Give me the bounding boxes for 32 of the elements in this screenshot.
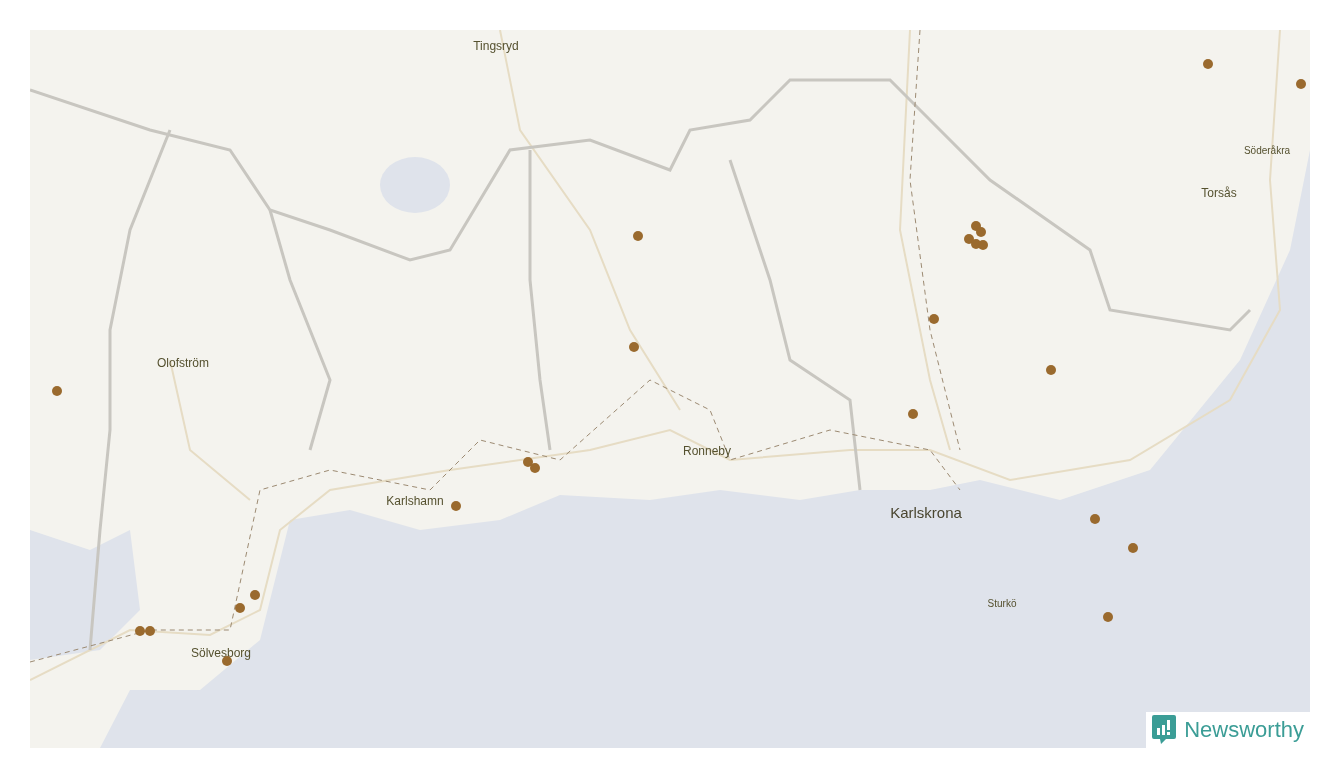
map-marker[interactable] bbox=[1203, 59, 1213, 69]
place-label: Ronneby bbox=[683, 445, 731, 457]
map-marker[interactable] bbox=[235, 603, 245, 613]
place-label: Olofström bbox=[157, 357, 209, 369]
place-label: Söderåkra bbox=[1243, 146, 1291, 156]
logo-text: Newsworthy bbox=[1184, 719, 1304, 741]
map-marker[interactable] bbox=[52, 386, 62, 396]
map-marker[interactable] bbox=[451, 501, 461, 511]
map-marker[interactable] bbox=[633, 231, 643, 241]
map-marker[interactable] bbox=[1090, 514, 1100, 524]
chart-bubble-icon bbox=[1152, 715, 1177, 745]
map-marker[interactable] bbox=[1046, 365, 1056, 375]
map-marker[interactable] bbox=[1128, 543, 1138, 553]
place-label: Karlskrona bbox=[890, 504, 962, 520]
map-marker[interactable] bbox=[1103, 612, 1113, 622]
map-marker[interactable] bbox=[250, 590, 260, 600]
place-label: Sturkö bbox=[987, 599, 1017, 609]
map-marker[interactable] bbox=[908, 409, 918, 419]
map-marker[interactable] bbox=[523, 457, 533, 467]
map-marker[interactable] bbox=[1296, 79, 1306, 89]
place-label: Sölvesborg bbox=[191, 647, 251, 659]
map-marker[interactable] bbox=[929, 314, 939, 324]
map-marker[interactable] bbox=[145, 626, 155, 636]
map-marker[interactable] bbox=[629, 342, 639, 352]
place-label: Torsås bbox=[1201, 187, 1237, 199]
map-marker[interactable] bbox=[135, 626, 145, 636]
map-marker[interactable] bbox=[530, 463, 540, 473]
place-label: Tingsryd bbox=[473, 40, 519, 52]
map-marker[interactable] bbox=[978, 240, 988, 250]
map-marker[interactable] bbox=[976, 227, 986, 237]
place-label: Karlshamn bbox=[386, 495, 444, 507]
map[interactable]: Newsworthy Tingsryd Söderåkra Torsås Olofström Ronneby Karlshamn Karlskrona Sturkö Sölvesborg bbox=[30, 30, 1310, 748]
